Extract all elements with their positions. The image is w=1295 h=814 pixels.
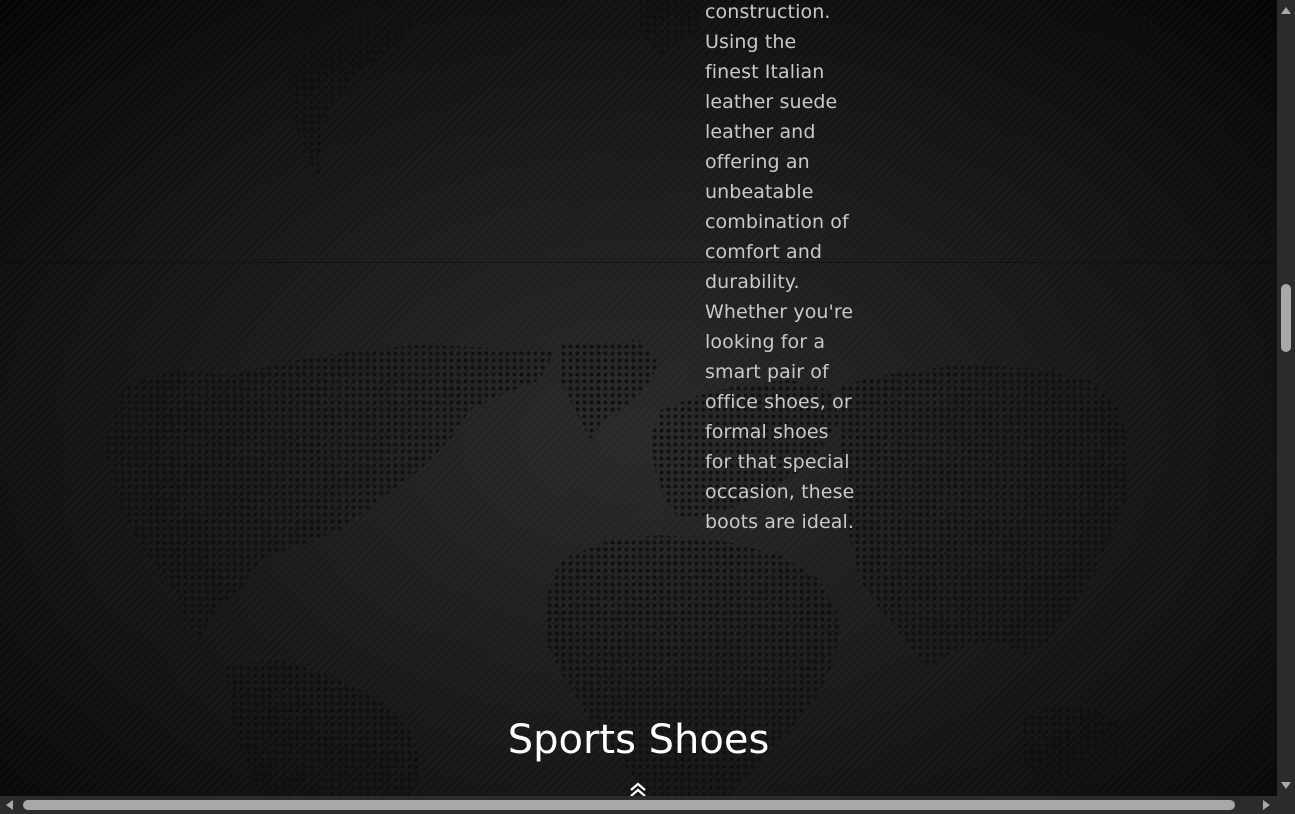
world-map-background bbox=[105, 0, 1160, 796]
double-chevron-up-icon bbox=[630, 782, 646, 796]
section-title: Sports Shoes bbox=[507, 717, 770, 763]
page-viewport: construction. Using the finest Italian l… bbox=[0, 0, 1277, 796]
scroll-up-arrow-icon[interactable] bbox=[1280, 4, 1292, 16]
section-divider bbox=[0, 262, 1277, 263]
scroll-left-arrow-icon[interactable] bbox=[3, 799, 15, 811]
vertical-scrollbar[interactable] bbox=[1277, 0, 1295, 796]
scroll-to-top-button[interactable] bbox=[626, 782, 650, 796]
scrollbar-corner bbox=[1277, 796, 1295, 814]
horizontal-scrollbar[interactable] bbox=[0, 796, 1277, 814]
horizontal-scrollbar-thumb[interactable] bbox=[23, 800, 1235, 810]
product-description: construction. Using the finest Italian l… bbox=[705, 1, 855, 533]
scroll-down-arrow-icon[interactable] bbox=[1280, 780, 1292, 792]
scroll-right-arrow-icon[interactable] bbox=[1261, 799, 1273, 811]
vertical-scrollbar-thumb[interactable] bbox=[1281, 284, 1291, 352]
